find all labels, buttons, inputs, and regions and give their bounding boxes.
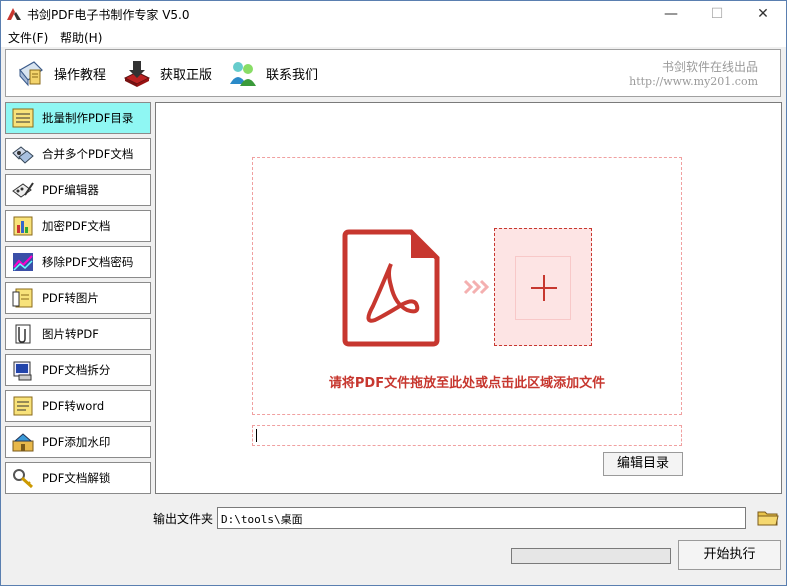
sidebar-item-label: 移除PDF文档密码 — [42, 255, 134, 269]
sidebar-item-pdf-to-word[interactable]: PDF转word — [5, 390, 151, 422]
progress-bar — [511, 548, 671, 564]
unlock-icon — [13, 469, 34, 489]
encrypt-icon — [13, 216, 33, 236]
sidebar-item-label: PDF转word — [42, 399, 105, 413]
edit-toc-button[interactable]: 编辑目录 — [603, 452, 683, 476]
merge-icon — [12, 146, 34, 164]
sidebar-item-batch-toc[interactable]: 批量制作PDF目录 — [5, 102, 151, 134]
menu-help[interactable]: 帮助(H) — [60, 29, 102, 46]
sidebar-item-watermark[interactable]: PDF添加水印 — [5, 426, 151, 458]
sidebar-item-label: PDF文档拆分 — [42, 363, 111, 377]
get-license-button[interactable]: 获取正版 — [122, 58, 212, 88]
sidebar-item-label: 批量制作PDF目录 — [42, 111, 134, 125]
sidebar-item-label: 加密PDF文档 — [42, 219, 111, 233]
file-path-input[interactable] — [252, 425, 682, 446]
tutorial-label: 操作教程 — [54, 67, 107, 83]
contact-icon — [230, 62, 256, 86]
sidebar-item-split[interactable]: PDF文档拆分 — [5, 354, 151, 386]
sidebar-item-label: 图片转PDF — [42, 327, 99, 341]
menu-file[interactable]: 文件(F) — [8, 29, 48, 46]
file-drop-zone[interactable]: 请将PDF文件拖放至此处或点击此区域添加文件 — [252, 157, 682, 415]
drop-hint-text: 请将PDF文件拖放至此处或点击此区域添加文件 — [328, 376, 606, 391]
main-panel: 请将PDF文件拖放至此处或点击此区域添加文件 编辑目录 — [155, 102, 782, 494]
menu-bar: 文件(F) 帮助(H) — [1, 27, 786, 47]
image-to-pdf-icon — [15, 324, 31, 344]
sidebar-item-encrypt[interactable]: 加密PDF文档 — [5, 210, 151, 242]
pdf-to-image-icon — [12, 288, 33, 308]
title-bar: 书剑PDF电子书制作专家 V5.0 — ☐ ✕ — [1, 1, 786, 27]
add-file-button[interactable] — [494, 228, 592, 346]
sidebar-item-merge[interactable]: 合并多个PDF文档 — [5, 138, 151, 170]
contact-button[interactable]: 联系我们 — [228, 58, 318, 88]
pdf-file-icon — [342, 229, 440, 347]
app-logo-icon — [7, 8, 21, 20]
text-caret — [256, 429, 257, 442]
watermark-icon — [12, 433, 34, 452]
sidebar-item-label: PDF添加水印 — [42, 435, 111, 449]
folder-icon[interactable] — [757, 506, 779, 528]
output-folder-label: 输出文件夹 — [153, 512, 214, 526]
window-title: 书剑PDF电子书制作专家 V5.0 — [27, 8, 190, 22]
get-license-label: 获取正版 — [160, 67, 213, 83]
remove-password-icon — [13, 253, 33, 271]
plus-icon — [531, 275, 557, 301]
sidebar-item-pdf-to-image[interactable]: PDF转图片 — [5, 282, 151, 314]
minimize-button[interactable]: — — [648, 1, 694, 27]
start-button[interactable]: 开始执行 — [678, 540, 781, 570]
sidebar-item-label: 合并多个PDF文档 — [42, 147, 134, 161]
contact-label: 联系我们 — [266, 67, 319, 83]
brand-url[interactable]: http://www.my201.com — [629, 75, 758, 88]
brand-name: 书剑软件在线出品 — [661, 60, 758, 74]
split-icon — [13, 361, 32, 381]
arrows-icon — [463, 279, 489, 295]
output-folder-input[interactable]: D:\tools\桌面 — [217, 507, 746, 529]
pdf-to-word-icon — [13, 396, 33, 416]
sidebar-item-image-to-pdf[interactable]: 图片转PDF — [5, 318, 151, 350]
app-window: 书剑PDF电子书制作专家 V5.0 — ☐ ✕ 文件(F) 帮助(H) 操作教程 — [0, 0, 787, 586]
sidebar-item-editor[interactable]: PDF编辑器 — [5, 174, 151, 206]
get-license-icon — [123, 61, 151, 87]
sidebar-item-label: PDF文档解锁 — [42, 471, 111, 485]
list-icon — [12, 108, 34, 128]
tutorial-button[interactable]: 操作教程 — [16, 58, 106, 88]
editor-icon — [12, 182, 34, 198]
toolbar: 操作教程 获取正版 联系我们 书剑软件在线出品 http://www.my201… — [5, 49, 781, 97]
close-button[interactable]: ✕ — [740, 1, 786, 27]
sidebar-item-remove-password[interactable]: 移除PDF文档密码 — [5, 246, 151, 278]
tutorial-icon — [19, 61, 43, 87]
maximize-button[interactable]: ☐ — [694, 1, 740, 27]
sidebar-item-label: PDF转图片 — [42, 291, 99, 305]
sidebar-item-label: PDF编辑器 — [42, 183, 99, 197]
sidebar-item-unlock[interactable]: PDF文档解锁 — [5, 462, 151, 494]
